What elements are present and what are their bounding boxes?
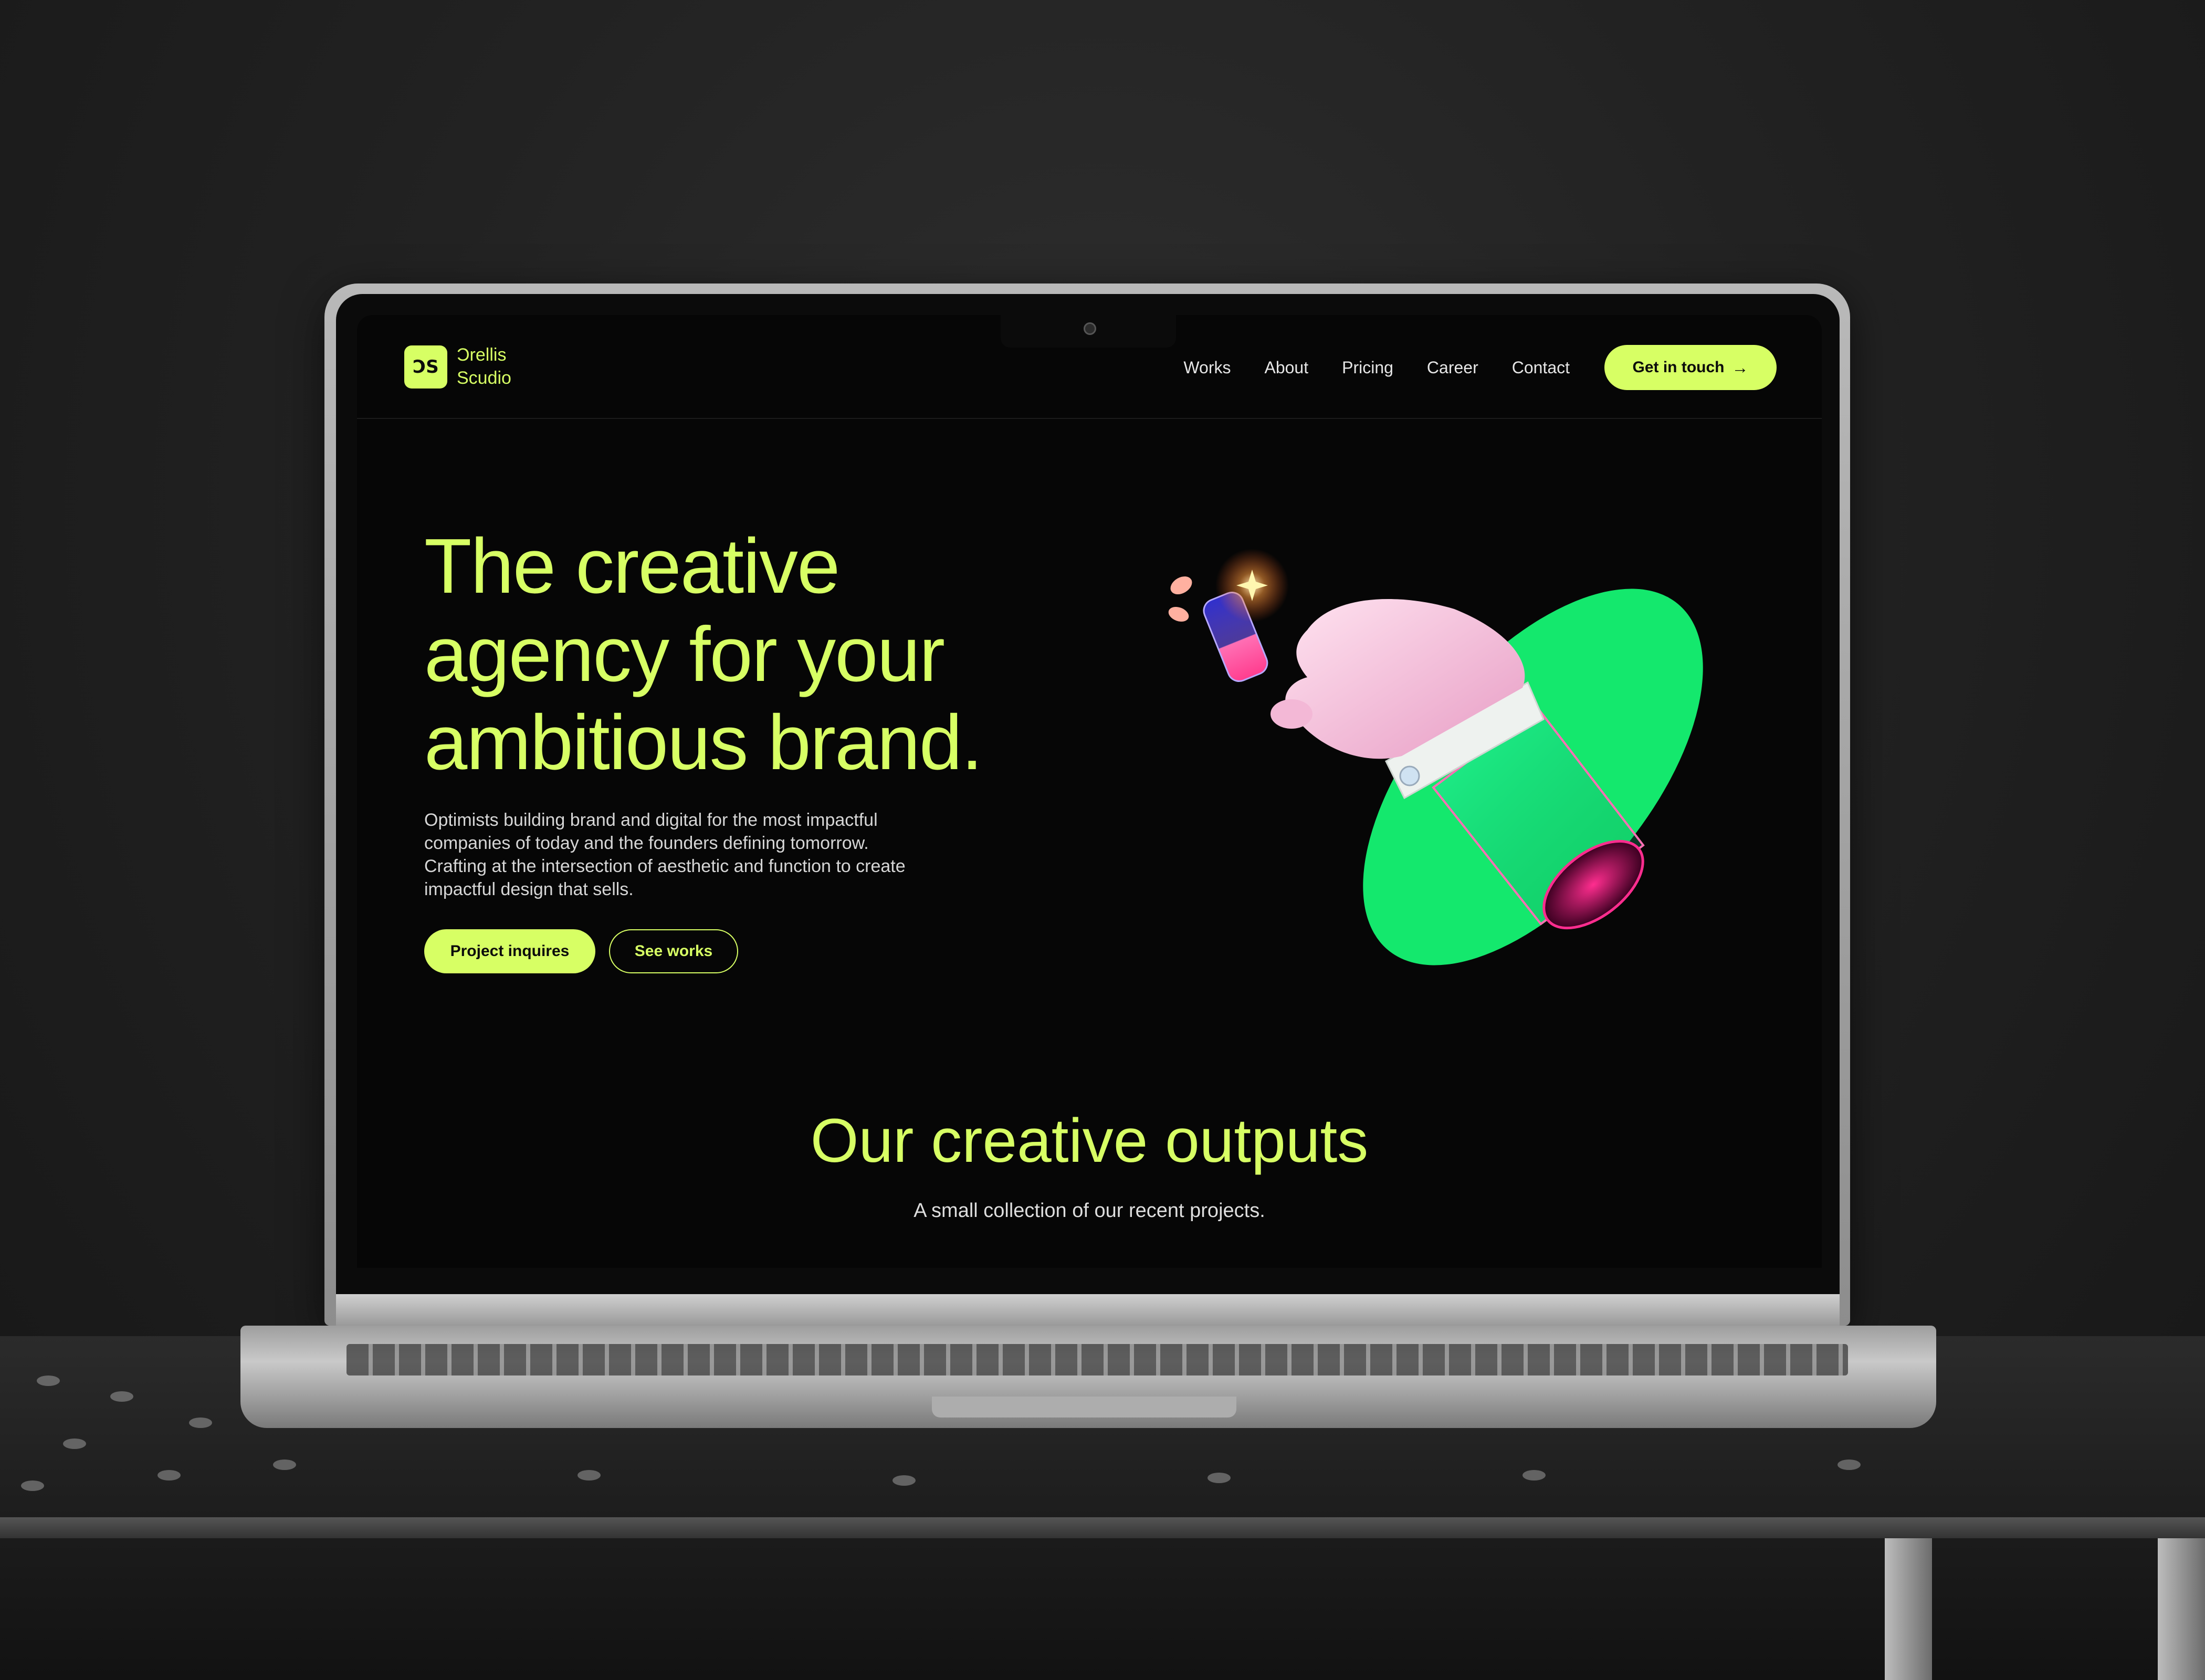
main-nav: Works About Pricing Career Contact bbox=[1183, 358, 1570, 377]
website-screen: ƆS Ͻrellis Sϲudio Works About Pricing Ca… bbox=[357, 315, 1822, 1268]
hero-title-line: ambitious brand. bbox=[424, 699, 983, 786]
desk-hole bbox=[1208, 1473, 1231, 1483]
desk-leg bbox=[2158, 1538, 2205, 1680]
desk-hole bbox=[1522, 1470, 1546, 1480]
get-in-touch-button[interactable]: Get in touch → bbox=[1604, 345, 1777, 390]
logo-text[interactable]: Ͻrellis Sϲudio bbox=[457, 343, 511, 390]
desk-hole bbox=[189, 1418, 212, 1428]
logo-mark[interactable]: ƆS bbox=[404, 345, 447, 388]
nav-link-pricing[interactable]: Pricing bbox=[1342, 358, 1393, 377]
desk-hole bbox=[273, 1460, 296, 1470]
get-in-touch-label: Get in touch bbox=[1632, 359, 1725, 376]
desk-hole bbox=[892, 1475, 916, 1486]
nav-link-contact[interactable]: Contact bbox=[1512, 358, 1570, 377]
outputs-title: Our creative outputs bbox=[810, 1106, 1369, 1175]
hero-title: The creative agency for your ambitious b… bbox=[424, 522, 1107, 787]
nav-link-about[interactable]: About bbox=[1264, 358, 1308, 377]
nav-link-career[interactable]: Career bbox=[1427, 358, 1478, 377]
desk-leg bbox=[1885, 1538, 1932, 1680]
see-works-button[interactable]: See works bbox=[609, 929, 738, 973]
desk-hole bbox=[578, 1470, 601, 1480]
desk-hole bbox=[158, 1470, 181, 1480]
cuff-button bbox=[1399, 765, 1420, 786]
hero-title-line: agency for your bbox=[424, 611, 945, 698]
logo-name-line2: Sϲudio bbox=[457, 368, 511, 388]
desk-hole bbox=[110, 1391, 133, 1402]
laptop-chin bbox=[336, 1294, 1840, 1326]
logo-name-line1: Ͻrellis bbox=[457, 345, 507, 365]
keyboard bbox=[346, 1344, 1848, 1376]
thumb-shape bbox=[1270, 699, 1312, 729]
outputs-subtitle: A small collection of our recent project… bbox=[914, 1200, 1265, 1222]
desk-edge bbox=[0, 1517, 2205, 1538]
hand-holding-glass-illustration bbox=[1168, 549, 1703, 965]
hero-title-line: The creative bbox=[424, 523, 840, 610]
desk-hole bbox=[37, 1376, 60, 1386]
desk-hole bbox=[63, 1438, 86, 1449]
droplet bbox=[1170, 576, 1192, 595]
hero-subtitle: Optimists building brand and digital for… bbox=[424, 810, 906, 899]
nav-link-works[interactable]: Works bbox=[1183, 358, 1231, 377]
droplet bbox=[1168, 606, 1189, 622]
desk-hole bbox=[1838, 1460, 1861, 1470]
project-inquires-button[interactable]: Project inquires bbox=[424, 929, 595, 973]
arrow-right-icon: → bbox=[1731, 358, 1749, 377]
camera-notch bbox=[1001, 315, 1176, 348]
desk-hole bbox=[21, 1480, 44, 1491]
camera-icon bbox=[1084, 322, 1096, 335]
laptop-lid-notch bbox=[932, 1396, 1236, 1418]
